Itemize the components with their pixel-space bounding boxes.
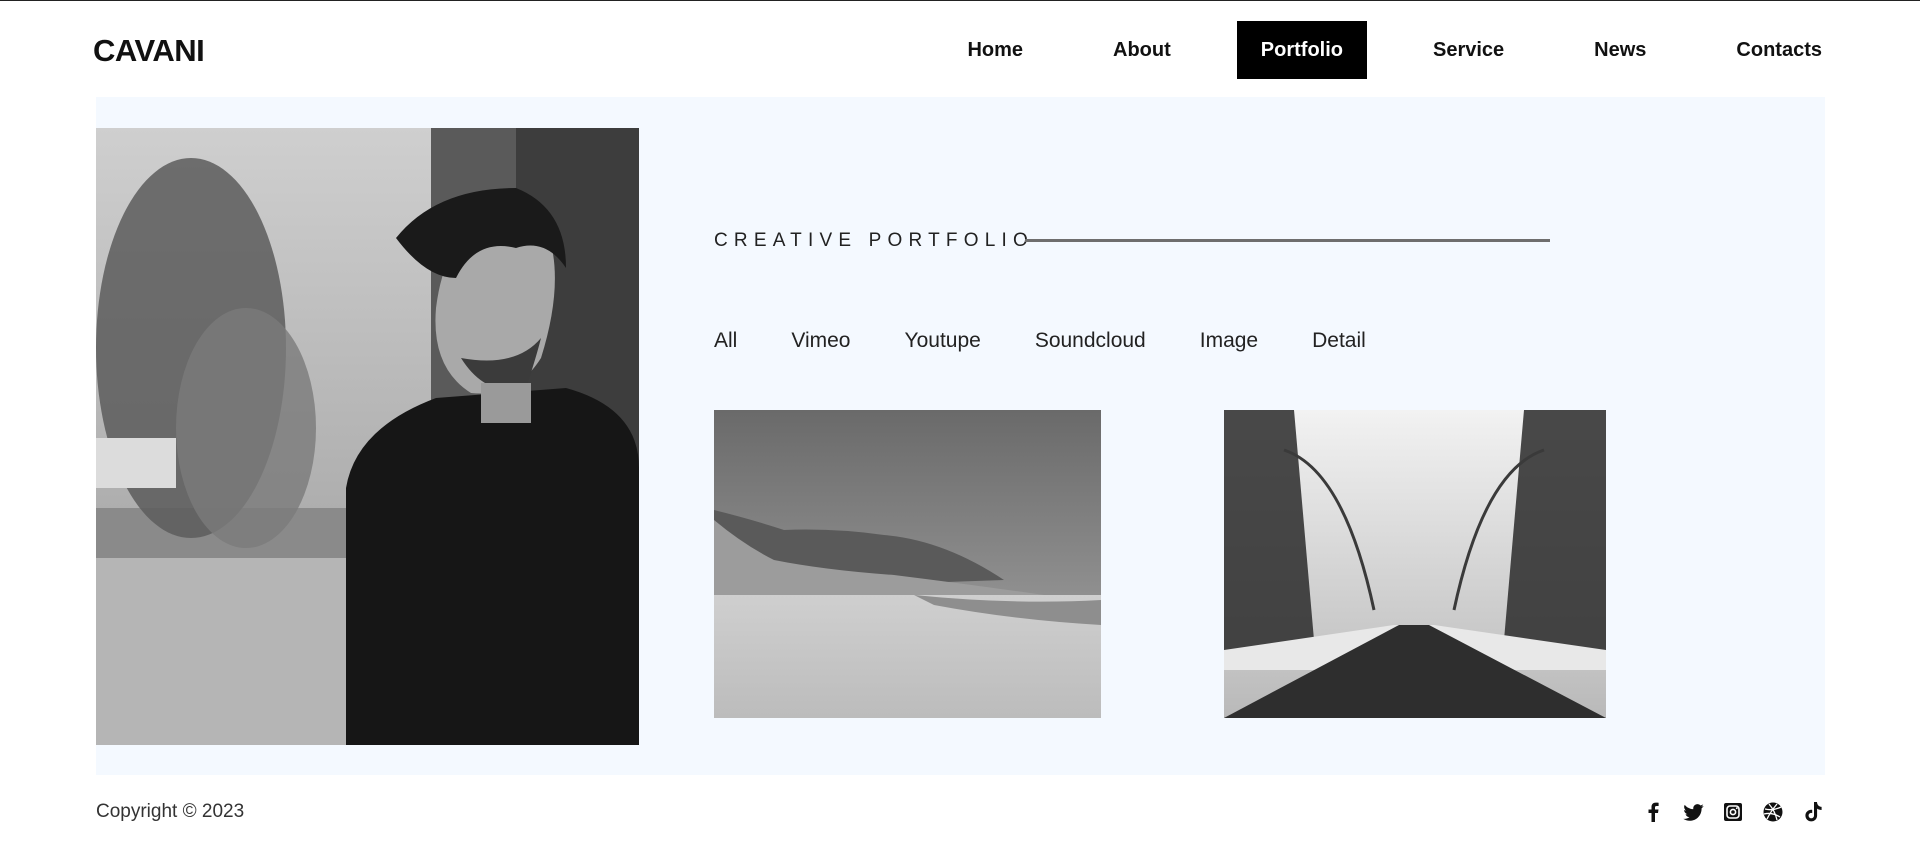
portfolio-item-beach[interactable] [714, 410, 1101, 718]
section-title: CREATIVE PORTFOLIO [714, 230, 1034, 252]
instagram-icon[interactable] [1722, 801, 1744, 823]
nav-about[interactable]: About [1089, 21, 1195, 79]
social-links [1624, 801, 1824, 823]
filter-all[interactable]: All [714, 329, 737, 353]
portfolio-item-park[interactable] [1224, 410, 1606, 718]
nav-service[interactable]: Service [1409, 21, 1528, 79]
main-nav: Home About Portfolio Service News Contac… [943, 21, 1822, 79]
facebook-icon[interactable] [1642, 801, 1664, 823]
nav-portfolio[interactable]: Portfolio [1236, 21, 1367, 79]
filter-image[interactable]: Image [1200, 329, 1258, 353]
dribbble-icon[interactable] [1762, 801, 1784, 823]
twitter-icon[interactable] [1682, 801, 1704, 823]
filter-youtube[interactable]: Youtupe [905, 329, 981, 353]
section-title-text: CREATIVE PORTFOLIO [714, 230, 1034, 251]
filter-vimeo[interactable]: Vimeo [791, 329, 850, 353]
section-title-divider [1025, 239, 1550, 242]
filter-detail[interactable]: Detail [1312, 329, 1366, 353]
footer-copyright: Copyright © 2023 [96, 801, 245, 822]
nav-contacts[interactable]: Contacts [1712, 21, 1822, 79]
portfolio-filters: All Vimeo Youtupe Soundcloud Image Detai… [714, 329, 1420, 353]
tiktok-icon[interactable] [1802, 801, 1824, 823]
nav-news[interactable]: News [1570, 21, 1670, 79]
nav-home[interactable]: Home [943, 21, 1047, 79]
hero-portrait-image [96, 128, 639, 745]
site-logo[interactable]: CAVANI [93, 33, 205, 69]
filter-soundcloud[interactable]: Soundcloud [1035, 329, 1146, 353]
